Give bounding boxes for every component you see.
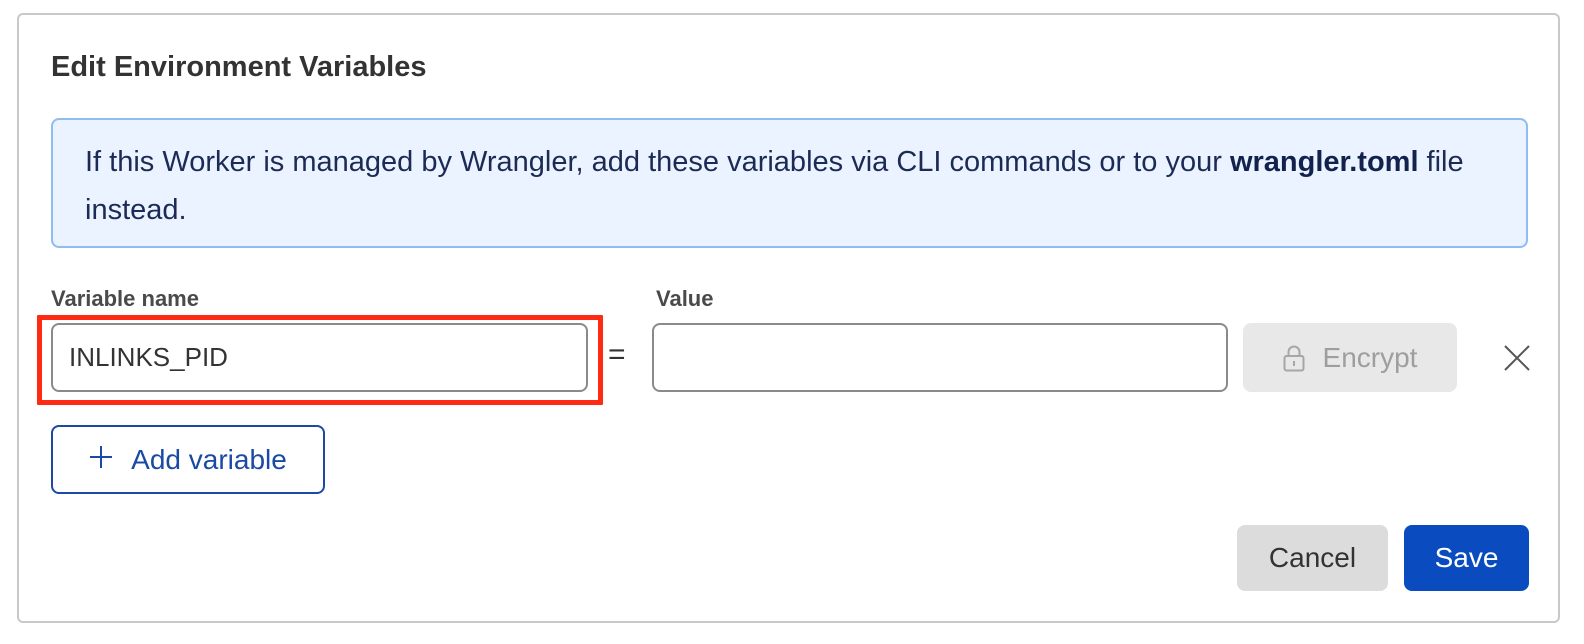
lock-icon	[1283, 344, 1305, 372]
save-button[interactable]: Save	[1404, 525, 1529, 591]
encrypt-label: Encrypt	[1322, 341, 1418, 373]
notice-text-before: If this Worker is managed by Wrangler, a…	[85, 146, 1230, 178]
notice-filename: wrangler.toml	[1229, 146, 1419, 178]
close-icon	[1503, 344, 1531, 375]
variable-name-label: Variable name	[51, 286, 199, 311]
edit-env-variables-dialog: Edit Environment Variables If this Worke…	[17, 13, 1560, 623]
remove-variable-button[interactable]	[1497, 339, 1537, 379]
plus-icon	[89, 444, 113, 476]
encrypt-button[interactable]: Encrypt	[1243, 323, 1457, 392]
add-variable-button[interactable]: Add variable	[51, 425, 325, 494]
variable-value-input[interactable]	[652, 323, 1228, 392]
value-label: Value	[656, 286, 714, 311]
add-variable-label: Add variable	[131, 443, 287, 475]
cancel-button[interactable]: Cancel	[1237, 525, 1388, 591]
dialog-title: Edit Environment Variables	[51, 51, 427, 83]
equals-sign: =	[608, 338, 626, 371]
wrangler-notice: If this Worker is managed by Wrangler, a…	[51, 118, 1528, 248]
variable-name-input[interactable]	[51, 323, 588, 392]
